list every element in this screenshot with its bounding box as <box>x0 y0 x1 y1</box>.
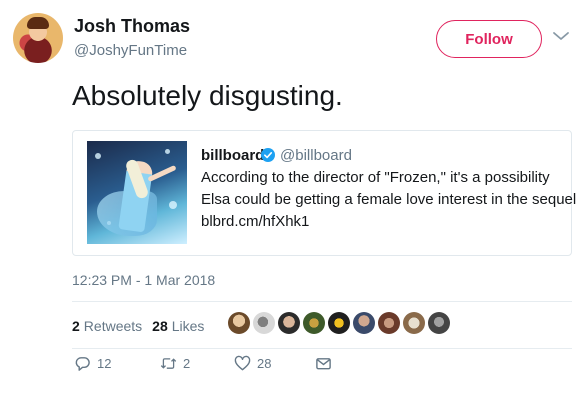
like-action[interactable]: 28 <box>234 355 271 372</box>
quoted-link[interactable]: blbrd.cm/hfXhk1 <box>201 213 309 230</box>
liker-avatar[interactable] <box>253 312 275 334</box>
direct-message-action[interactable] <box>315 355 332 372</box>
liker-avatars <box>228 312 450 334</box>
author-name[interactable]: Josh Thomas <box>74 16 190 37</box>
reply-icon <box>75 356 90 371</box>
chevron-down-icon[interactable] <box>552 29 570 43</box>
direct-message-icon <box>316 357 331 369</box>
liker-avatar[interactable] <box>353 312 375 334</box>
liker-avatar[interactable] <box>378 312 400 334</box>
author-avatar[interactable] <box>13 13 63 63</box>
follow-button[interactable]: Follow <box>436 20 542 58</box>
tweet-text: Absolutely disgusting. <box>72 80 343 111</box>
liker-avatar[interactable] <box>428 312 450 334</box>
likes-count: 28 <box>152 318 168 334</box>
likes-stat[interactable]: 28 Likes <box>152 318 204 334</box>
author-handle[interactable]: @JoshyFunTime <box>74 42 187 59</box>
divider <box>72 348 572 349</box>
retweet-icon <box>160 357 177 369</box>
retweet-count: 2 <box>183 355 191 371</box>
quoted-tweet-image[interactable] <box>87 141 187 244</box>
quoted-text-line-2: Elsa could be getting a female love inte… <box>201 191 577 208</box>
like-count: 28 <box>257 355 272 371</box>
retweets-count: 2 <box>72 318 80 334</box>
tweet-timestamp[interactable]: 12:23 PM - 1 Mar 2018 <box>72 272 215 288</box>
verified-icon <box>261 148 275 162</box>
likes-label: Likes <box>171 318 205 334</box>
retweets-stat[interactable]: 2 Retweets <box>72 318 142 334</box>
retweets-label: Retweets <box>83 318 143 334</box>
reply-action[interactable]: 12 <box>74 355 111 372</box>
quoted-tweet[interactable]: billboard @billboard According to the di… <box>72 130 576 256</box>
liker-avatar[interactable] <box>278 312 300 334</box>
reply-count: 12 <box>97 355 112 371</box>
liker-avatar[interactable] <box>403 312 425 334</box>
divider <box>72 301 572 302</box>
heart-icon <box>234 355 251 370</box>
liker-avatar[interactable] <box>303 312 325 334</box>
quoted-author-handle[interactable]: @billboard <box>280 147 352 164</box>
liker-avatar[interactable] <box>228 312 250 334</box>
quoted-text-line-1: According to the director of "Frozen," i… <box>201 169 550 186</box>
quoted-author-name[interactable]: billboard <box>201 147 264 164</box>
retweet-action[interactable]: 2 <box>160 355 190 372</box>
tweet-stats: 2 Retweets 28 Likes <box>72 318 204 334</box>
liker-avatar[interactable] <box>328 312 350 334</box>
